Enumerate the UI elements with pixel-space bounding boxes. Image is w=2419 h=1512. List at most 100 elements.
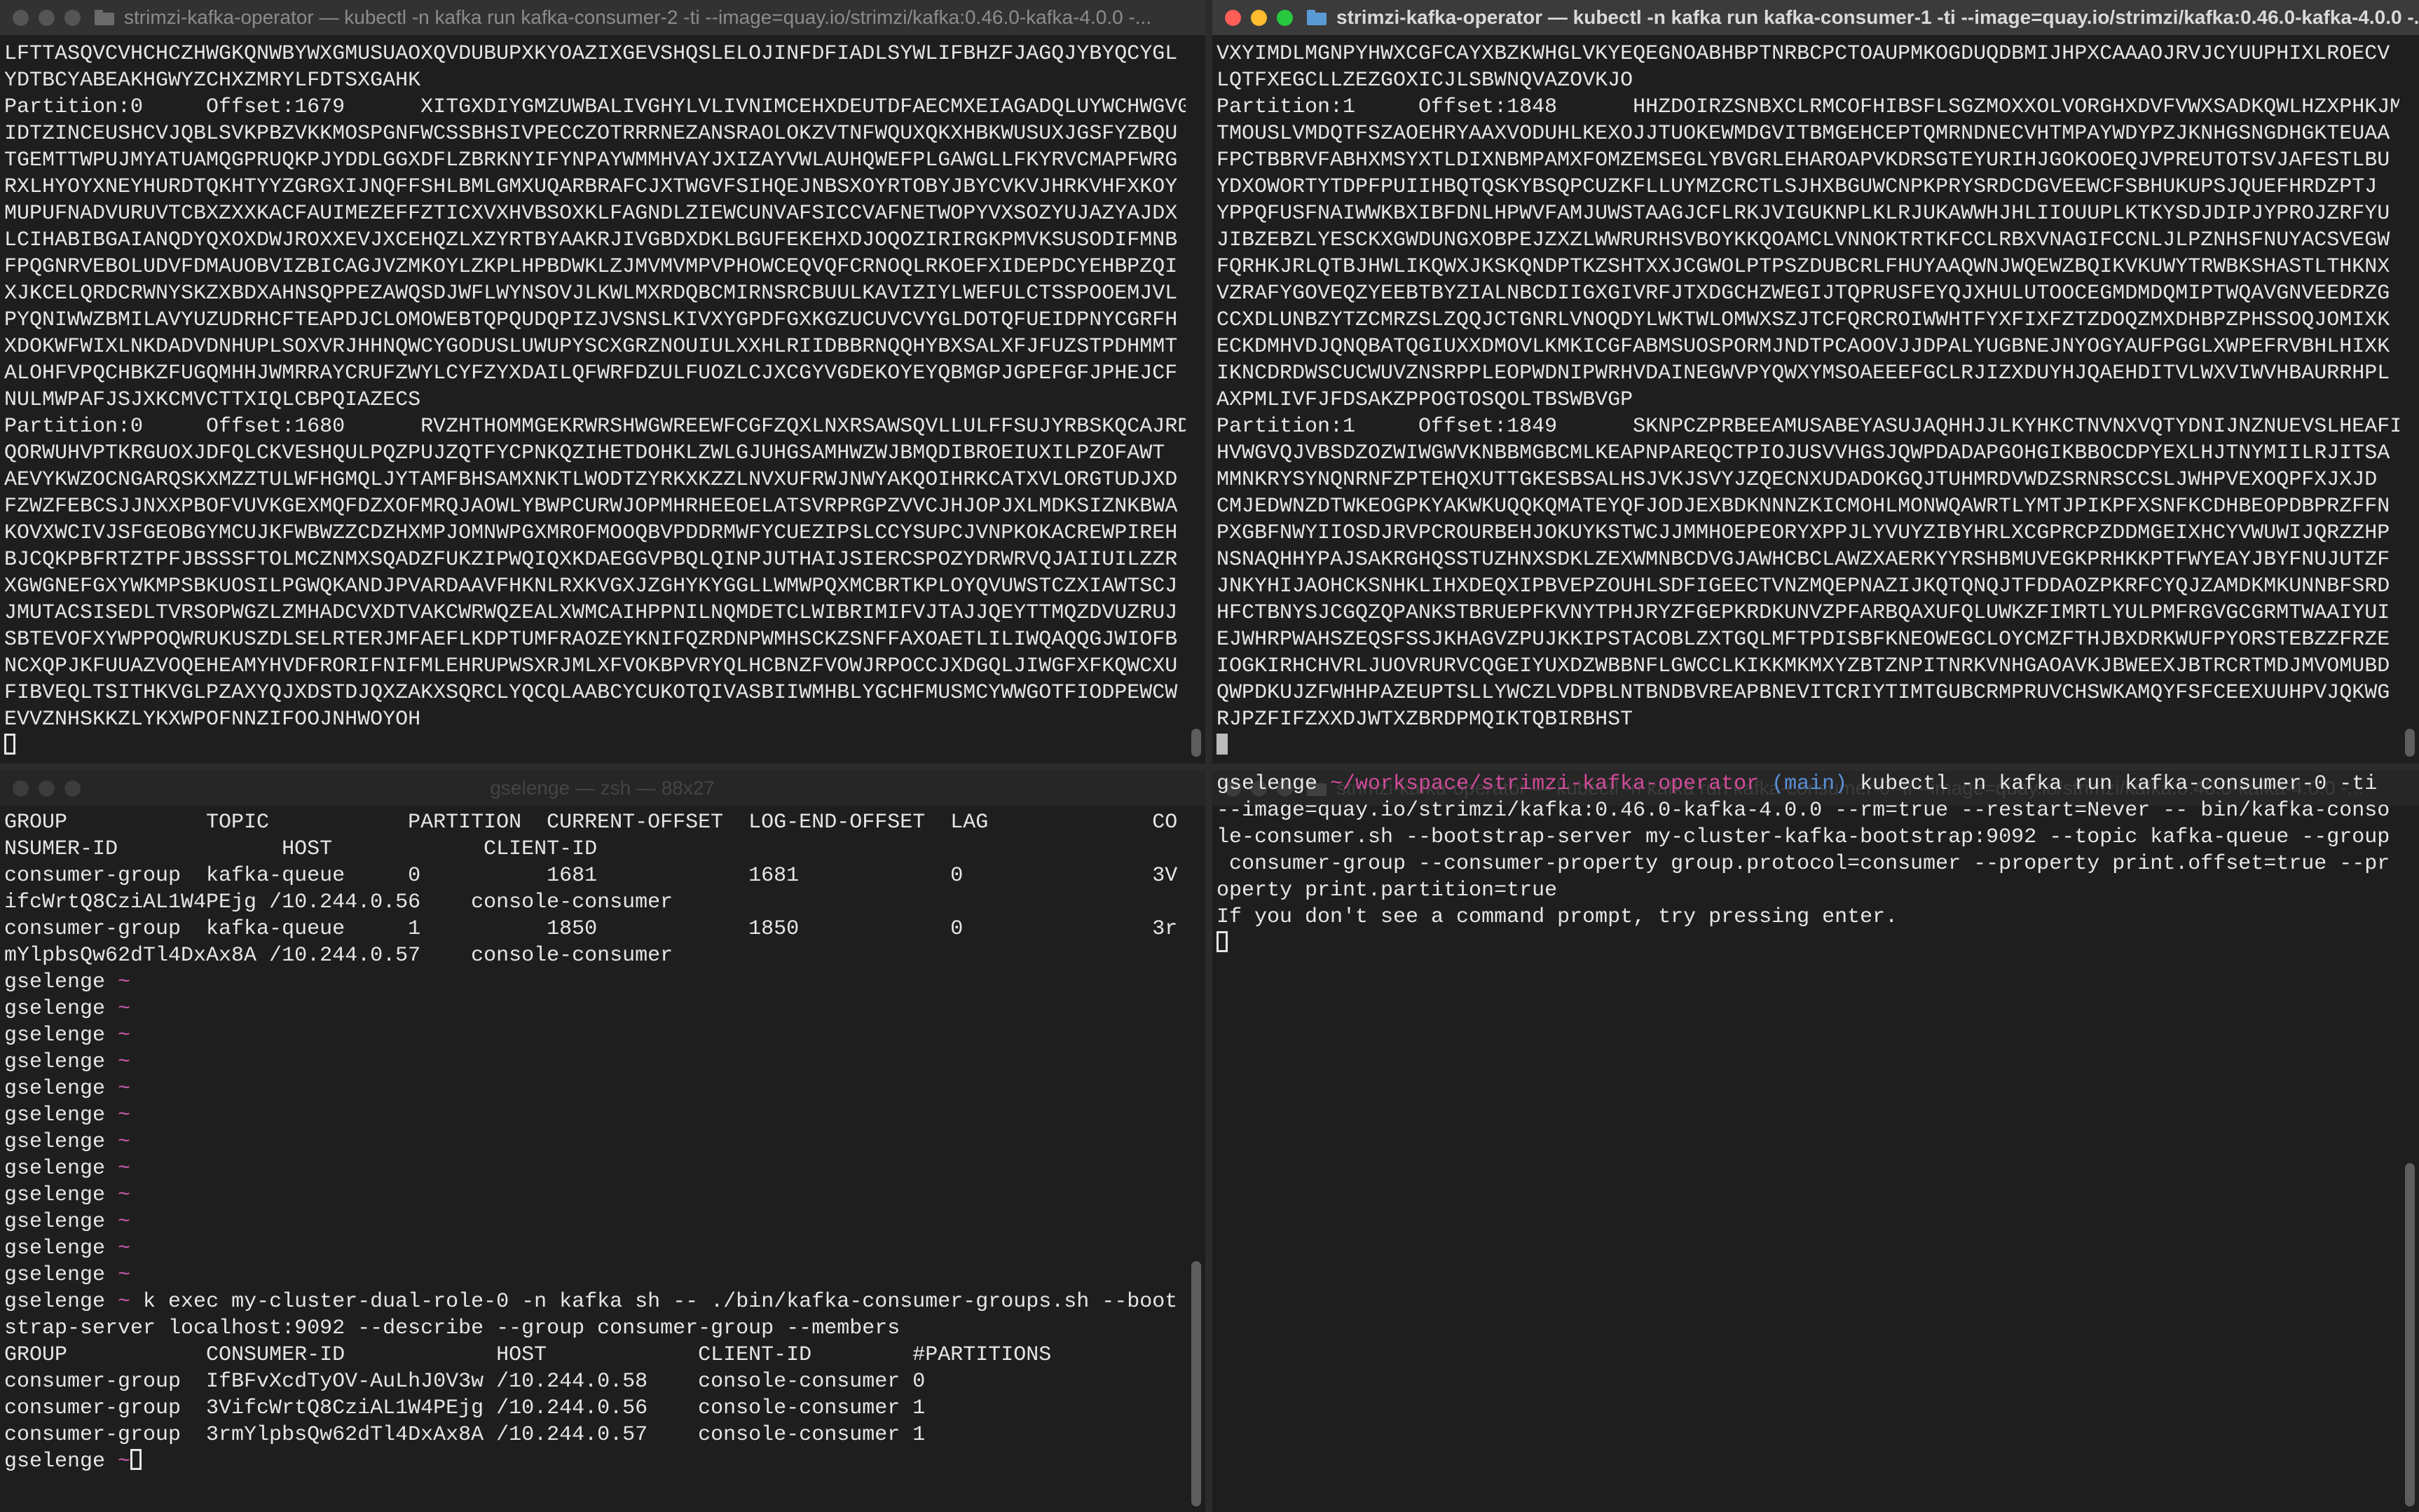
window-controls	[13, 780, 81, 797]
prompt-line: gselenge ~	[4, 1182, 1186, 1209]
prompt-user: gselenge	[4, 1450, 118, 1473]
zoom-icon[interactable]	[64, 9, 81, 26]
output-line: BJCQKPBFRTZTPFJBSSSFTOLMCZNMXSQADZFUKZIP…	[4, 548, 1178, 572]
prompt-dir: ~	[118, 1263, 131, 1287]
output-line: XGWGNEFGXYWKMPSBKUOSILPGWQKANDJPVARDAAVF…	[4, 575, 1178, 598]
terminal-consumer-2-titlebar[interactable]: strimzi-kafka-operator — kubectl -n kafk…	[0, 0, 1205, 35]
terminal-zsh-titlebar[interactable]: gselenge — zsh — 88x27	[0, 771, 1205, 806]
prompt-user: gselenge	[4, 1077, 118, 1101]
table-row: consumer-group kafka-queue 1 1850 1850 0…	[4, 917, 1178, 941]
output-line: KOVXWCIVJSFGEOBGYMCUJKFWBWZZCDZHXMPJOMNW…	[4, 521, 1178, 545]
output-line: VXYIMDLMGNPYHWXCGFCAYXBZKWHGLVKYEQEGNOAB…	[1217, 42, 2390, 66]
output-line: NSNAQHHYPAJSAKRGHQSSTUZHNXSDKLZEXWMNBCDV…	[1217, 548, 2390, 572]
output-line: IDTZINCEUSHCVJQBLSVKPBZVKKMOSPGNFWCSSBHS…	[4, 122, 1178, 146]
window-controls	[13, 9, 81, 26]
terminal-consumer-2-window[interactable]: strimzi-kafka-operator — kubectl -n kafk…	[0, 0, 1205, 764]
zoom-icon[interactable]	[1277, 9, 1293, 26]
command-continuation: operty print.partition=true	[1217, 879, 1558, 902]
prompt-user: gselenge	[4, 1050, 118, 1074]
table-row: consumer-group 3rmYlpbsQw62dTl4DxAx8A /1…	[4, 1423, 926, 1447]
prompt-dir: ~	[118, 1210, 131, 1234]
terminal-output[interactable]: LFTTASQVCVHCHCZHWGKQNWBYWXGMUSUAOXQVDUBU…	[0, 41, 1186, 764]
close-icon[interactable]	[1225, 9, 1241, 26]
prompt-line: gselenge ~	[4, 1448, 1186, 1475]
table-row: consumer-group 3VifcWrtQ8CziAL1W4PEjg /1…	[4, 1396, 926, 1420]
prompt-user: gselenge	[1217, 772, 1331, 796]
scrollbar[interactable]	[1191, 1261, 1201, 1506]
terminal-output[interactable]: gselenge ~/workspace/strimzi-kafka-opera…	[1212, 771, 2399, 1512]
output-line: TGEMTTWPUJMYATUAMQGPRUQKPJYDDLGGXDFLZBRK…	[4, 149, 1178, 172]
folder-icon	[1307, 10, 1327, 25]
output-line: QWPDKUJZFWHHPAZEUPTSLLYWCZLVDPBLNTBNDBVR…	[1217, 681, 2390, 705]
text-cursor	[1217, 734, 1228, 755]
prompt-user: gselenge	[4, 1183, 118, 1207]
output-line: XJKCELQRDCRWNYSKZXBDXAHNSQPPEZAWQSDJWFLW…	[4, 282, 1178, 305]
output-line: IKNCDRDWSCUCWUVZNSRPPLEOPWDNIPWRHVDAINEG…	[1217, 362, 2390, 385]
window-controls	[1225, 9, 1293, 26]
command-continuation: --image=quay.io/strimzi/kafka:0.46.0-kaf…	[1217, 799, 2390, 823]
text-cursor	[130, 1449, 142, 1470]
window-title: gselenge — zsh — 88x27	[490, 777, 715, 799]
zoom-icon[interactable]	[64, 780, 81, 797]
terminal-output[interactable]: VXYIMDLMGNPYHWXCGFCAYXBZKWHGLVKYEQEGNOAB…	[1212, 41, 2399, 764]
prompt-dir: ~	[118, 1130, 131, 1154]
prompt-line: gselenge ~	[4, 996, 1186, 1022]
command-continuation: consumer-group --consumer-property group…	[1217, 852, 2390, 876]
scrollbar[interactable]	[2405, 1163, 2415, 1506]
terminal-consumer-1-titlebar[interactable]: strimzi-kafka-operator — kubectl -n kafk…	[1212, 0, 2419, 35]
prompt-dir: ~	[118, 1450, 131, 1473]
terminal-output[interactable]: GROUP TOPIC PARTITION CURRENT-OFFSET LOG…	[0, 809, 1186, 1512]
output-line: JMUTACSISEDLTVRSOPWGZLZMHADCVXDTVAKCWRWQ…	[4, 601, 1178, 625]
output-line: LQTFXEGCLLZEZGOXICJLSBWNQVAZOVKJO	[1217, 69, 1633, 92]
output-line: NULMWPAFJSJXKCMVCTTXIQLCBPQIAZECS	[4, 388, 421, 412]
output-line: Partition:1 Offset:1849 SKNPCZPRBEEAMUSA…	[1217, 415, 2399, 439]
prompt-dir: ~	[118, 970, 131, 994]
window-title: strimzi-kafka-operator — kubectl -n kafk…	[1336, 6, 2419, 28]
prompt-user: gselenge	[4, 1130, 118, 1154]
prompt-user: gselenge	[4, 1157, 118, 1181]
prompt-user: gselenge	[4, 970, 118, 994]
minimize-icon[interactable]	[1251, 9, 1267, 26]
output-line: FQRHKJRLQTBJHWLIKQWXJKSKQNDPTKZSHTXXJCGW…	[1217, 255, 2390, 279]
output-line: LCIHABIBGAIANQDYQXOXDWJROXXEVJXCEHQZLXZY…	[4, 228, 1178, 252]
output-line: LFTTASQVCVHCHCZHWGKQNWBYWXGMUSUAOXQVDUBU…	[4, 42, 1178, 66]
table-header: NSUMER-ID HOST CLIENT-ID	[4, 837, 598, 861]
prompt-user: gselenge	[4, 1290, 118, 1314]
prompt-user: gselenge	[4, 1237, 118, 1260]
output-line: Partition:1 Offset:1848 HHZDOIRZSNBXCLRM…	[1217, 95, 2399, 119]
output-line: MUPUFNADVURUVTCBXZXXKACFAUIMEZEFFZTICXVX…	[4, 202, 1178, 226]
output-line: EVVZNHSKKZLYKXWPOFNNZIFOOJNHWOYOH	[4, 708, 421, 731]
output-line: EJWHRPWAHSZEQSFSSJKHAGVZPUJKKIPSTACOBLZX…	[1217, 628, 2390, 652]
output-line: HVWGVQJVBSDZOZWIWGWVKNBBMGBCMLKEAPNPAREQ…	[1217, 441, 2390, 465]
prompt-line: gselenge ~	[4, 1075, 1186, 1102]
output-line: YPPQFUSFNAIWWKBXIBFDNLHPWVFAMJUWSTAAGJCF…	[1217, 202, 2390, 226]
output-line: PYQNIWWZBMILAVYUZUDRHCFTEAPDJCLOMOWEBTQP…	[4, 308, 1178, 332]
terminal-consumer-0-window[interactable]: strimzi-kafka-operator — kubectl -n kafk…	[1212, 771, 2419, 1512]
command-continuation: le-consumer.sh --bootstrap-server my-clu…	[1217, 825, 2390, 849]
output-line: Partition:0 Offset:1680 RVZHTHOMMGEKRWRS…	[4, 415, 1186, 439]
prompt-user: gselenge	[4, 1024, 118, 1047]
minimize-icon[interactable]	[39, 780, 55, 797]
close-icon[interactable]	[13, 9, 29, 26]
prompt-line: gselenge ~	[4, 1262, 1186, 1288]
close-icon[interactable]	[13, 780, 29, 797]
output-line: QORWUHVPTKRGUOXJDFQLCKVESHQULPQZPUJZQTFY…	[4, 441, 1165, 465]
prompt-dir: ~	[118, 1104, 131, 1127]
table-row: consumer-group IfBFvXcdTyOV-AuLhJ0V3w /1…	[4, 1370, 926, 1394]
prompt-user: gselenge	[4, 997, 118, 1021]
prompt-dir: ~	[118, 1290, 131, 1314]
prompt-dir: ~	[118, 1183, 131, 1207]
output-line: RXLHYOYXNEYHURDTQKHTYYZGRGXIJNQFFSHLBMLG…	[4, 175, 1178, 199]
terminal-zsh-window[interactable]: gselenge — zsh — 88x27 GROUP TOPIC PARTI…	[0, 771, 1205, 1512]
table-header: GROUP TOPIC PARTITION CURRENT-OFFSET LOG…	[4, 811, 1178, 834]
prompt-line: gselenge ~	[4, 1129, 1186, 1155]
prompt-dir: ~	[118, 997, 131, 1021]
prompt-line: gselenge ~	[4, 1235, 1186, 1262]
output-line: HFCTBNYSJCGQZQPANKSTBRUEPFKVNYTPHJRYZFGE…	[1217, 601, 2390, 625]
terminal-consumer-1-window[interactable]: strimzi-kafka-operator — kubectl -n kafk…	[1212, 0, 2419, 764]
scrollbar[interactable]	[1191, 729, 1201, 757]
table-row: ifcWrtQ8CziAL1W4PEjg /10.244.0.56 consol…	[4, 891, 673, 914]
scrollbar[interactable]	[2405, 729, 2415, 757]
minimize-icon[interactable]	[39, 9, 55, 26]
output-line: AXPMLIVFJFDSAKZPPOGTOSQOLTBSWBVGP	[1217, 388, 1633, 412]
